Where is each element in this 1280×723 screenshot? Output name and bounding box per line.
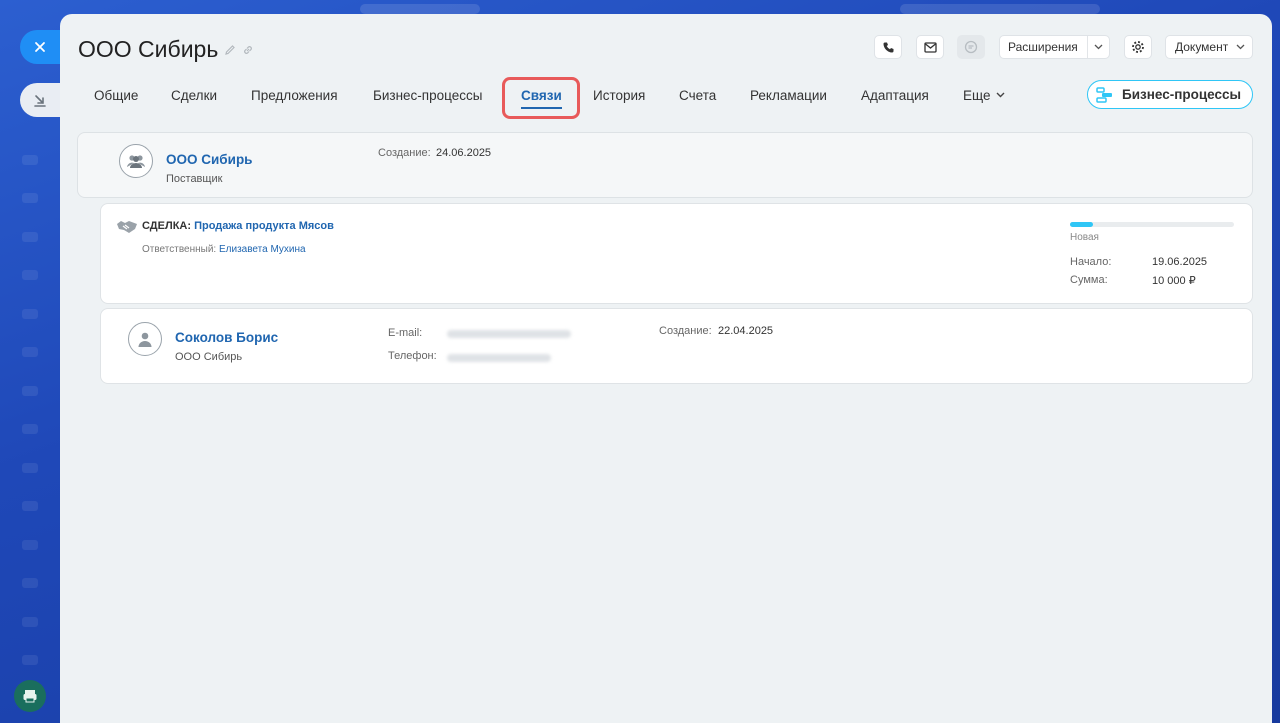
deal-name-link[interactable]: Продажа продукта Мясов bbox=[194, 220, 334, 232]
sidebar-icon[interactable] bbox=[22, 578, 38, 588]
sidebar-icon[interactable] bbox=[22, 424, 38, 434]
page-title: ООО Сибирь bbox=[78, 36, 219, 62]
deal-title-row: СДЕЛКА: Продажа продукта Мясов bbox=[142, 220, 334, 232]
title-actions bbox=[224, 44, 254, 56]
background-blur bbox=[360, 4, 480, 14]
settings-button[interactable] bbox=[1124, 35, 1152, 59]
tab-deals[interactable]: Сделки bbox=[171, 78, 217, 112]
company-card: ООО Сибирь Поставщик Создание: 24.06.202… bbox=[77, 132, 1253, 198]
business-process-icon bbox=[1096, 86, 1112, 103]
email-button[interactable] bbox=[916, 35, 944, 59]
sidebar-icon[interactable] bbox=[22, 309, 38, 319]
sidebar-icon[interactable] bbox=[22, 347, 38, 357]
business-process-button[interactable]: Бизнес-процессы bbox=[1087, 80, 1253, 109]
chevron-down-icon bbox=[996, 92, 1005, 98]
contact-phone-label: Телефон: bbox=[388, 350, 437, 362]
tab-history[interactable]: История bbox=[593, 78, 645, 112]
tab-claims[interactable]: Рекламации bbox=[750, 78, 827, 112]
app-launcher-button[interactable] bbox=[14, 680, 46, 712]
deal-stage-label: Новая bbox=[1070, 232, 1099, 243]
deal-sum-label: Сумма: bbox=[1070, 274, 1108, 286]
chat-button[interactable] bbox=[957, 35, 985, 59]
deal-stage-progress-fill bbox=[1070, 222, 1093, 227]
deal-responsible-row: Ответственный: Елизавета Мухина bbox=[142, 244, 306, 255]
contact-created-label: Создание: bbox=[659, 325, 712, 337]
deal-start-date: 19.06.2025 bbox=[1152, 256, 1208, 268]
deal-card: СДЕЛКА: Продажа продукта Мясов Ответстве… bbox=[100, 203, 1253, 304]
contact-avatar bbox=[128, 322, 162, 356]
company-created-label: Создание: bbox=[378, 147, 431, 159]
tab-invoices[interactable]: Счета bbox=[679, 78, 716, 112]
sidebar-icon[interactable] bbox=[22, 155, 38, 165]
deal-prefix: СДЕЛКА: bbox=[142, 220, 192, 232]
chat-icon bbox=[964, 40, 978, 54]
contact-email-label: E-mail: bbox=[388, 327, 423, 339]
person-icon bbox=[138, 332, 152, 347]
deal-stage-progress bbox=[1070, 222, 1234, 227]
close-icon bbox=[35, 42, 45, 52]
contact-phone-blurred bbox=[447, 354, 551, 362]
edit-pencil-icon[interactable] bbox=[224, 44, 236, 56]
left-strip bbox=[0, 0, 60, 723]
sidebar-icon[interactable] bbox=[22, 655, 38, 665]
company-created-date: 24.06.2025 bbox=[436, 147, 492, 159]
printer-icon bbox=[23, 690, 37, 703]
sidebar-icon[interactable] bbox=[22, 501, 38, 511]
company-avatar bbox=[119, 144, 153, 178]
deal-sum-value: 10 000 ₽ bbox=[1152, 275, 1196, 287]
sidebar-icon[interactable] bbox=[22, 617, 38, 627]
sidebar-icon[interactable] bbox=[22, 540, 38, 550]
deal-start-label: Начало: bbox=[1070, 256, 1112, 268]
tab-adaptation[interactable]: Адаптация bbox=[861, 78, 929, 112]
sidebar-icon[interactable] bbox=[22, 270, 38, 280]
background-blur bbox=[900, 4, 1100, 14]
chevron-down-icon bbox=[1087, 36, 1109, 58]
close-slider-button[interactable] bbox=[20, 30, 60, 64]
minimize-slider-button[interactable] bbox=[20, 83, 60, 117]
minimize-icon bbox=[34, 95, 46, 107]
document-dropdown[interactable]: Документ bbox=[1165, 35, 1253, 59]
tab-more[interactable]: Еще bbox=[963, 78, 1005, 112]
contact-email-blurred bbox=[447, 330, 571, 338]
deal-responsible-link[interactable]: Елизавета Мухина bbox=[219, 244, 306, 255]
document-label: Документ bbox=[1175, 40, 1229, 54]
contact-company: ООО Сибирь bbox=[175, 351, 243, 363]
sidebar-icon[interactable] bbox=[22, 193, 38, 203]
extensions-dropdown[interactable]: Расширения bbox=[999, 35, 1110, 59]
envelope-icon bbox=[923, 41, 937, 53]
business-process-label: Бизнес-процессы bbox=[1122, 87, 1242, 102]
extensions-label: Расширения bbox=[1008, 40, 1078, 54]
sidebar-icon[interactable] bbox=[22, 232, 38, 242]
contact-card: Соколов Борис ООО Сибирь E-mail: Телефон… bbox=[100, 308, 1253, 384]
handshake-icon bbox=[117, 221, 137, 233]
company-name-link[interactable]: ООО Сибирь bbox=[166, 152, 252, 167]
tab-more-label: Еще bbox=[963, 87, 991, 103]
tab-quotes[interactable]: Предложения bbox=[251, 78, 338, 112]
deal-responsible-label: Ответственный: bbox=[142, 244, 217, 255]
sidebar-icon[interactable] bbox=[22, 386, 38, 396]
sidebar-icon[interactable] bbox=[22, 463, 38, 473]
chevron-down-icon bbox=[1236, 44, 1245, 50]
contact-created-date: 22.04.2025 bbox=[718, 325, 774, 337]
gear-icon bbox=[1132, 41, 1144, 53]
tab-business-processes[interactable]: Бизнес-процессы bbox=[373, 78, 482, 112]
phone-icon bbox=[883, 42, 893, 52]
tab-highlight-frame bbox=[502, 77, 580, 119]
group-icon bbox=[127, 155, 145, 168]
company-type: Поставщик bbox=[166, 173, 223, 185]
tab-general[interactable]: Общие bbox=[94, 78, 138, 112]
copy-link-icon[interactable] bbox=[242, 44, 254, 56]
call-button[interactable] bbox=[874, 35, 902, 59]
entity-slider-panel: ООО Сибирь Расширения Документ Общие Сде… bbox=[60, 14, 1272, 723]
contact-name-link[interactable]: Соколов Борис bbox=[175, 330, 278, 345]
